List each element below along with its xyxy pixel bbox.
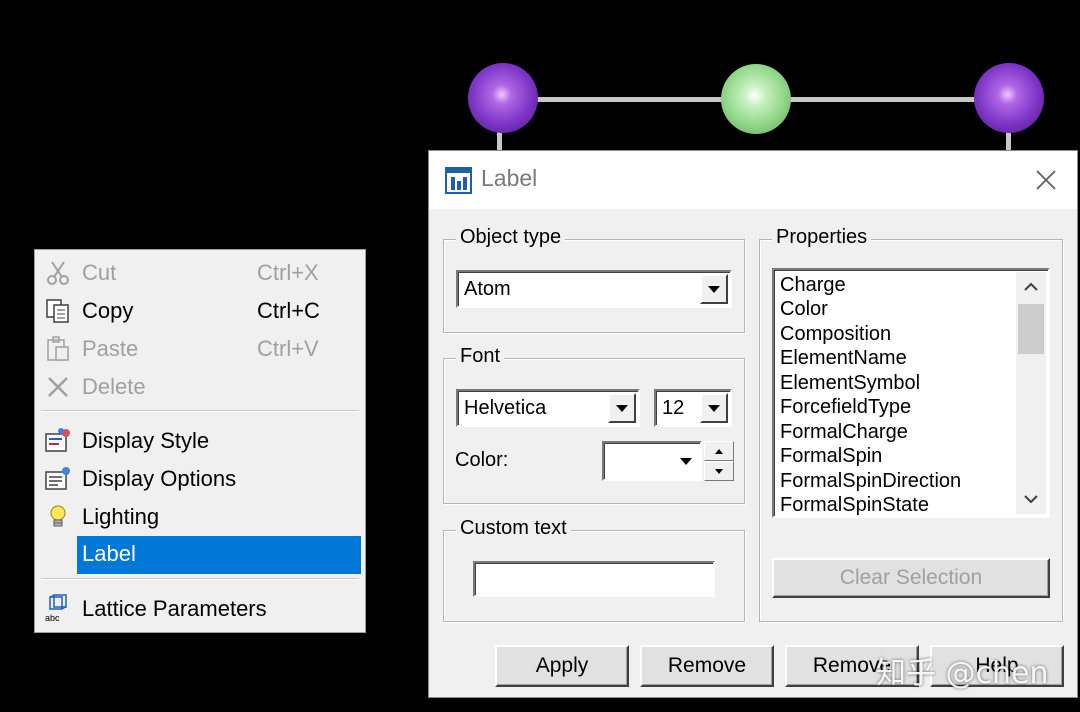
close-icon[interactable] <box>1031 165 1061 195</box>
lightbulb-icon <box>43 502 73 532</box>
menu-item-label: Copy <box>82 298 134 323</box>
object-type-title: Object type <box>456 226 566 249</box>
chevron-down-icon[interactable] <box>700 274 728 304</box>
font-family-value: Helvetica <box>464 397 547 419</box>
menu-item-label-selected[interactable]: Label <box>35 536 365 574</box>
menu-separator <box>41 578 359 580</box>
chevron-down-icon[interactable] <box>608 393 636 423</box>
properties-list[interactable]: Charge Color Composition ElementName Ele… <box>772 268 1050 518</box>
object-type-select[interactable]: Atom <box>456 270 732 308</box>
object-type-value: Atom <box>464 278 511 300</box>
list-item[interactable]: Charge <box>780 274 846 298</box>
dialog-title: Label <box>481 165 538 191</box>
menu-shortcut: Ctrl+X <box>257 260 319 285</box>
atom-right[interactable] <box>974 63 1044 133</box>
scrollbar-thumb[interactable] <box>1018 304 1044 354</box>
display-options-icon <box>43 464 73 494</box>
lattice-parameters-icon: abc <box>43 594 73 624</box>
properties-scrollbar[interactable] <box>1016 272 1046 514</box>
list-item[interactable]: ForcefieldType <box>780 396 911 420</box>
menu-item-label: Lighting <box>82 504 160 529</box>
menu-item-display-options[interactable]: Display Options <box>35 461 365 497</box>
color-select[interactable] <box>602 441 702 481</box>
color-label: Color: <box>455 449 509 471</box>
list-item[interactable]: FormalSpinState <box>780 494 929 516</box>
spin-down-icon[interactable] <box>704 461 734 481</box>
menu-item-lattice-parameters[interactable]: abc Lattice Parameters <box>35 591 365 627</box>
custom-text-input[interactable] <box>473 561 715 597</box>
chevron-down-icon[interactable] <box>680 458 692 465</box>
remove-button[interactable]: Remove <box>640 645 774 687</box>
menu-item-display-style[interactable]: Display Style <box>35 423 365 459</box>
menu-item-copy[interactable]: Copy Ctrl+C <box>35 293 365 329</box>
menu-item-label: Cut <box>82 260 117 285</box>
font-family-select[interactable]: Helvetica <box>456 389 640 427</box>
list-item[interactable]: ElementName <box>780 347 907 371</box>
scroll-down-icon[interactable] <box>1016 484 1046 514</box>
list-item[interactable]: FormalCharge <box>780 421 908 445</box>
menu-item-label: Label <box>82 541 136 566</box>
scroll-up-icon[interactable] <box>1016 272 1046 302</box>
menu-item-paste[interactable]: Paste Ctrl+V <box>35 331 365 367</box>
menu-item-label: Delete <box>82 374 146 399</box>
menu-shortcut: Ctrl+V <box>257 336 319 361</box>
dialog-titlebar[interactable]: Label <box>429 151 1077 209</box>
chevron-down-icon[interactable] <box>700 393 728 423</box>
delete-icon <box>43 372 73 402</box>
copy-icon <box>43 296 73 326</box>
font-title: Font <box>456 345 505 368</box>
font-size-select[interactable]: 12 <box>654 389 732 427</box>
label-dialog: Label Object type Atom Font Helvetica 12… <box>428 150 1078 698</box>
font-size-value: 12 <box>662 397 685 419</box>
atom-left[interactable] <box>468 63 538 133</box>
list-item[interactable]: FormalSpin <box>780 445 882 469</box>
paste-icon <box>43 334 73 364</box>
menu-item-label: Display Style <box>82 428 210 453</box>
custom-text-group: Custom text <box>443 517 745 622</box>
custom-text-title: Custom text <box>456 517 571 540</box>
atom-center[interactable] <box>721 64 791 134</box>
menu-item-label: Display Options <box>82 466 237 491</box>
app-icon <box>445 167 472 194</box>
spin-up-icon[interactable] <box>704 441 734 461</box>
menu-item-cut[interactable]: Cut Ctrl+X <box>35 255 365 291</box>
menu-item-label: Paste <box>82 336 139 361</box>
list-item[interactable]: FormalSpinDirection <box>780 470 961 494</box>
watermark-text: 知乎 @chen <box>876 656 1049 691</box>
properties-title: Properties <box>772 226 872 249</box>
apply-button[interactable]: Apply <box>495 645 629 687</box>
object-type-group: Object type Atom <box>443 226 745 333</box>
list-item[interactable]: Composition <box>780 323 891 347</box>
list-item[interactable]: ElementSymbol <box>780 372 920 396</box>
list-item[interactable]: Color <box>780 298 828 322</box>
display-style-icon <box>43 426 73 456</box>
scissors-icon <box>43 258 73 288</box>
font-group: Font Helvetica 12 Color: <box>443 345 745 504</box>
clear-selection-button[interactable]: Clear Selection <box>772 558 1050 598</box>
menu-item-label: Lattice Parameters <box>82 596 267 621</box>
properties-group: Properties Charge Color Composition Elem… <box>759 226 1063 622</box>
menu-separator <box>41 410 359 412</box>
menu-item-lighting[interactable]: Lighting <box>35 499 365 535</box>
menu-item-delete[interactable]: Delete <box>35 369 365 405</box>
color-spinner[interactable] <box>704 441 734 481</box>
menu-shortcut: Ctrl+C <box>257 298 320 323</box>
svg-text:abc: abc <box>45 613 60 623</box>
context-menu: Cut Ctrl+X Copy Ctrl+C Paste Ctrl+V Dele… <box>34 249 366 633</box>
